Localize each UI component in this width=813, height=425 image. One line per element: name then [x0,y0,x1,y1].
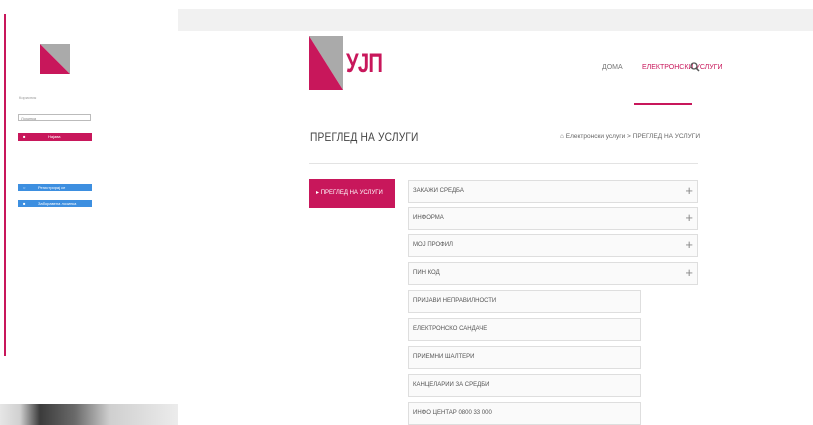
sidebar: Корисник Лозинка ■ Најава ○ Регистрирај … [0,0,178,425]
password-field[interactable]: Лозинка [18,114,91,121]
breadcrumb-current: ПРЕГЛЕД НА УСЛУГИ [632,133,700,140]
accordion-item-label: ПИН КОД [413,270,440,276]
plus-icon[interactable]: + [685,211,693,225]
user-icon: ■ [23,134,26,139]
forgot-password-label: Заборавена лозинка [38,201,77,206]
submenu-item[interactable]: ПРИЈАВИ НЕПРАВИЛНОСТИ [408,290,641,313]
submenu-item[interactable]: ЕЛЕКТРОНСКО САНДАЧЕ [408,318,641,341]
side-menu-item-overview[interactable]: ▸ ПРЕГЛЕД НА УСЛУГИ [309,179,395,208]
submenu-item-label: ПРИЕМНИ ШАЛТЕРИ [413,354,475,360]
accordion-item[interactable]: ИНФОРМА + [408,207,698,230]
chevron-right-icon: ▸ [316,190,320,196]
breadcrumb-root[interactable]: Електронски услуги [566,133,625,140]
breadcrumb-separator: > [627,133,631,140]
login-button[interactable]: ■ Најава [18,133,92,141]
submenu-item[interactable]: ИНФО ЦЕНТАР 0800 33 000 [408,402,641,425]
submenu-item[interactable]: ПРИЕМНИ ШАЛТЕРИ [408,346,641,369]
sidebar-logo-icon [40,44,70,74]
accordion-item-label: ИНФОРМА [413,215,444,221]
top-bar [178,9,813,31]
plus-icon[interactable]: + [685,184,693,198]
nav-home-link[interactable]: ДОМА [602,64,623,71]
accordion-item-label: МОЈ ПРОФИЛ [413,242,453,248]
accordion-item-label: ЗАКАЖИ СРЕДБА [413,188,464,194]
title-divider [309,163,698,164]
plus-icon[interactable]: + [685,266,693,280]
login-button-label: Најава [48,134,61,139]
user-small-icon: ■ [23,201,26,206]
search-small-icon: ○ [23,185,26,190]
accordion-item[interactable]: ЗАКАЖИ СРЕДБА + [408,180,698,203]
register-button-label: Регистрирај се [38,185,66,190]
submenu-item-label: ЕЛЕКТРОНСКО САНДАЧЕ [413,326,488,332]
submenu-item-label: КАНЦЕЛАРИИ ЗА СРЕДБИ [413,382,490,388]
forgot-password-button[interactable]: ■ Заборавена лозинка [18,200,92,207]
register-button[interactable]: ○ Регистрирај се [18,184,92,191]
side-menu-item-label: ПРЕГЛЕД НА УСЛУГИ [320,190,383,196]
sidebar-photo [0,404,178,425]
submenu-item-label: ИНФО ЦЕНТАР 0800 33 000 [413,410,492,416]
sidebar-accent-line [4,14,6,356]
submenu-item[interactable]: КАНЦЕЛАРИИ ЗА СРЕДБИ [408,374,641,397]
accordion-item[interactable]: МОЈ ПРОФИЛ + [408,234,698,257]
accordion-item[interactable]: ПИН КОД + [408,262,698,285]
logo-text: УЈП [346,48,383,78]
search-icon[interactable] [690,62,700,72]
home-icon[interactable]: ⌂ [560,133,564,140]
plus-icon[interactable]: + [685,238,693,252]
username-label: Корисник [19,95,37,100]
breadcrumb: ⌂ Електронски услуги > ПРЕГЛЕД НА УСЛУГИ [560,133,700,140]
nav-services-link[interactable]: ЕЛЕКТРОНСКИ УСЛУГИ [642,64,723,71]
nav-active-underline [634,103,692,105]
submenu-item-label: ПРИЈАВИ НЕПРАВИЛНОСТИ [413,298,497,304]
page-title: ПРЕГЛЕД НА УСЛУГИ [310,130,419,144]
